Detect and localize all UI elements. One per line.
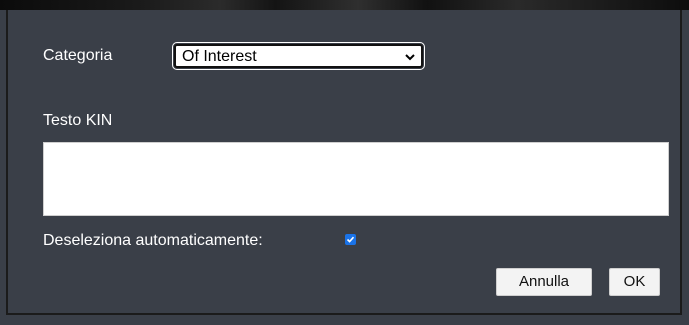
category-label: Categoria <box>43 47 113 64</box>
kin-text-field[interactable] <box>43 142 669 216</box>
background-strip <box>0 0 689 10</box>
category-select-value: Of Interest <box>182 48 257 65</box>
kin-text-label: Testo KIN <box>43 112 113 129</box>
chevron-down-icon <box>404 50 416 62</box>
cancel-button[interactable]: Annulla <box>496 268 592 296</box>
category-select[interactable]: Of Interest <box>172 42 425 70</box>
auto-deselect-checkbox[interactable] <box>345 234 356 245</box>
kin-dialog: Categoria Of Interest Testo KIN Deselezi… <box>6 10 682 315</box>
check-icon <box>346 236 355 243</box>
auto-deselect-label: Deseleziona automaticamente: <box>43 232 263 249</box>
ok-button[interactable]: OK <box>609 268 660 296</box>
